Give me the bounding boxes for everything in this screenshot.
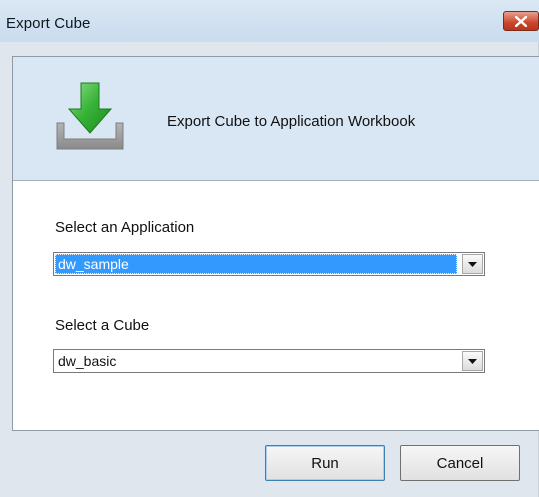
application-label: Select an Application <box>55 219 195 236</box>
chevron-down-icon <box>468 358 477 364</box>
header-title: Export Cube to Application Workbook <box>167 113 416 130</box>
close-icon <box>515 15 527 27</box>
application-dropdown-button[interactable] <box>462 254 483 274</box>
application-select[interactable]: dw_sample <box>53 252 485 276</box>
content-frame: Export Cube to Application Workbook Sele… <box>12 56 539 431</box>
window-title: Export Cube <box>6 15 91 32</box>
title-bar[interactable]: Export Cube <box>0 0 539 42</box>
close-button[interactable] <box>503 11 539 31</box>
cube-dropdown-button[interactable] <box>462 351 483 371</box>
export-download-icon <box>56 82 124 150</box>
cube-label: Select a Cube <box>55 317 150 334</box>
header-band: Export Cube to Application Workbook <box>13 57 539 181</box>
run-button[interactable]: Run <box>265 445 385 481</box>
export-cube-dialog: Export Cube Export Cube to Application W… <box>0 0 539 497</box>
cancel-button[interactable]: Cancel <box>400 445 520 481</box>
application-select-value[interactable]: dw_sample <box>55 254 457 274</box>
cube-select-value[interactable]: dw_basic <box>55 351 457 371</box>
cube-select[interactable]: dw_basic <box>53 349 485 373</box>
chevron-down-icon <box>468 261 477 267</box>
